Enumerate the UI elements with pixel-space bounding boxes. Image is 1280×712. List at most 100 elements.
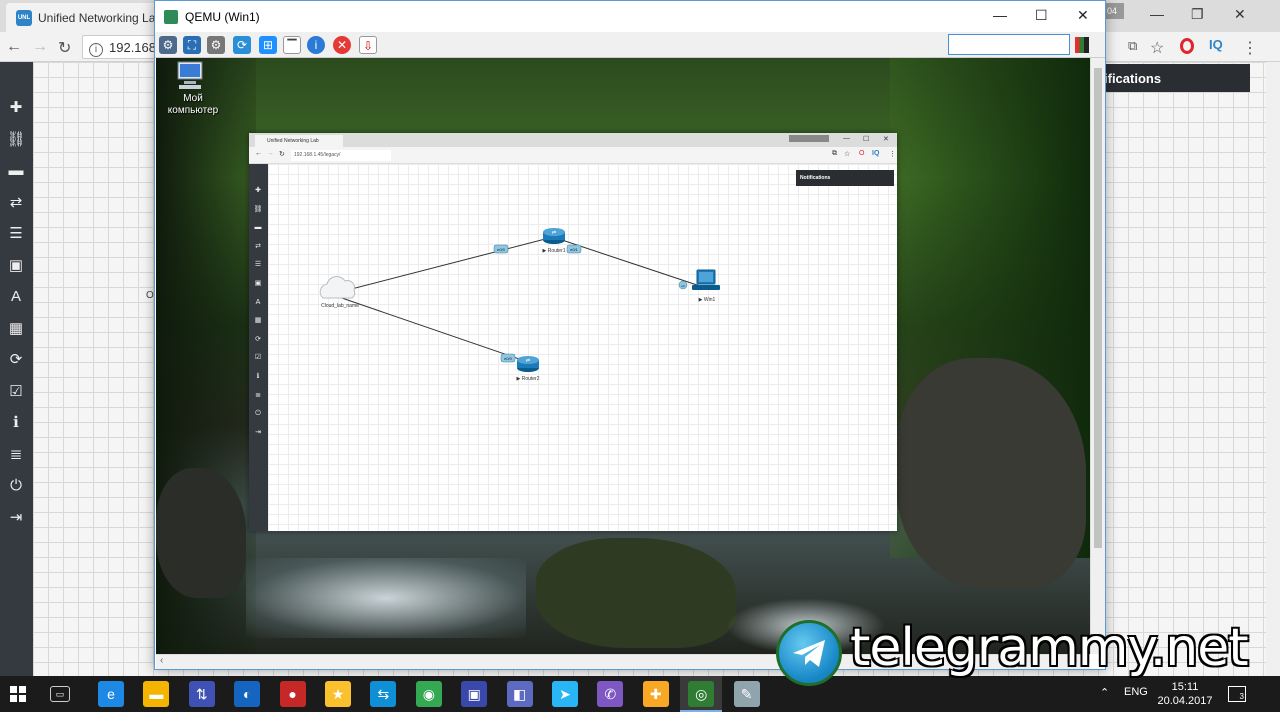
restore-icon[interactable]: ❐ [1191, 6, 1204, 23]
opera-icon[interactable] [1180, 38, 1194, 54]
inner-logout-icon[interactable]: ⇥ [253, 428, 263, 438]
qemu-titlebar[interactable]: QEMU (Win1) — ☐ ✕ [155, 1, 1105, 32]
link-icon[interactable]: ⛓ [6, 130, 26, 150]
refresh-icon[interactable]: ⟳ [233, 36, 251, 54]
inner-plus-icon[interactable]: ✚ [253, 186, 263, 196]
swap-icon[interactable]: ⇄ [6, 193, 26, 213]
inner-menu-icon[interactable]: ⋮ [889, 150, 896, 158]
info-icon[interactable]: i [89, 43, 103, 57]
qemu-minimize-icon[interactable]: — [993, 7, 1007, 23]
qemu-close-icon[interactable]: ✕ [1077, 7, 1089, 24]
inner-text-icon[interactable]: A [253, 298, 263, 308]
info-icon[interactable]: ℹ [6, 413, 26, 433]
tray-chevron-icon[interactable]: ⌃ [1100, 686, 1109, 699]
reload-icon[interactable]: ↻ [58, 38, 71, 58]
close-icon[interactable]: ✕ [1234, 6, 1246, 23]
inner-iq-icon[interactable]: IQ [872, 150, 879, 157]
inner-back-icon[interactable]: ← [255, 150, 262, 157]
teamviewer-icon[interactable]: ⇆ [370, 681, 397, 707]
outer-notifications-bar[interactable]: ifications [1100, 64, 1250, 92]
outer-tab-unl[interactable]: UNL Unified Networking Lab [6, 3, 156, 32]
steam-icon[interactable]: ◐ [234, 681, 261, 707]
vpn-icon[interactable]: ◧ [506, 681, 533, 707]
vm-desktop[interactable]: Мой компьютер Unified Networking Lab — ☐… [156, 58, 1090, 654]
power-icon[interactable]: ⏻ [6, 476, 26, 496]
inner-lab-canvas[interactable]: e0/0 e0/1 e0 e0/0 Cloud_lab_name ⇄ ▶ Rou… [268, 164, 897, 531]
win1-node[interactable]: ▶ Win1 [692, 269, 720, 303]
explorer-icon[interactable]: ▬ [143, 681, 170, 707]
fullscreen-icon[interactable]: ⛶ [183, 36, 201, 54]
start-button[interactable] [10, 686, 26, 702]
inner-list-icon[interactable]: ≣ [253, 391, 263, 401]
inner-opera-icon[interactable]: O [859, 150, 864, 157]
paint-icon[interactable]: ✎ [733, 681, 760, 707]
download-icon[interactable]: ⇩ [359, 36, 377, 54]
inner-translate-icon[interactable]: ⧉ [832, 150, 837, 158]
link-cloud-router2[interactable] [335, 295, 529, 363]
refresh-icon[interactable]: ⟳ [6, 350, 26, 370]
drive-icon[interactable]: ▬ [6, 161, 26, 181]
inner-align-icon[interactable]: ☰ [253, 260, 263, 270]
scroll-left-icon[interactable]: ‹ [160, 655, 163, 666]
inner-swap-icon[interactable]: ⇄ [253, 242, 263, 252]
inner-link-icon[interactable]: ⛓ [253, 205, 263, 215]
viber-icon[interactable]: ✆ [597, 681, 624, 707]
check-icon[interactable]: ☑ [6, 382, 26, 402]
list-icon[interactable]: ≣ [6, 445, 26, 465]
qemu-search-input[interactable] [948, 34, 1070, 55]
red-circle-icon[interactable]: ● [279, 681, 306, 707]
qemu-icon[interactable]: ◎ [688, 681, 715, 707]
qemu-vertical-scrollbar[interactable] [1090, 58, 1105, 654]
network-icon[interactable]: ⇅ [188, 681, 215, 707]
forward-icon[interactable]: → [32, 38, 48, 56]
inner-check-icon[interactable]: ☑ [253, 353, 263, 363]
taskbar-clock[interactable]: 15:11 20.04.2017 [1150, 680, 1220, 708]
grid-icon[interactable]: ▦ [6, 319, 26, 339]
edge-icon[interactable]: e [98, 681, 124, 707]
inner-refresh-icon[interactable]: ⟳ [253, 335, 263, 345]
menu-icon[interactable]: ⋮ [1242, 38, 1258, 58]
inner-star-icon[interactable]: ☆ [844, 150, 850, 158]
inner-address-bar[interactable]: 192.168.1.45/legacy/ [291, 150, 391, 161]
cloud-node[interactable]: Cloud_lab_name [319, 276, 359, 309]
qemu-maximize-icon[interactable]: ☐ [1035, 7, 1048, 24]
chrome-icon[interactable]: ◉ [415, 681, 442, 707]
back-icon[interactable]: ← [6, 38, 22, 56]
star-app-icon[interactable]: ★ [325, 681, 351, 707]
inner-grid-icon[interactable]: ▦ [253, 316, 263, 326]
logout-icon[interactable]: ⇥ [6, 508, 26, 528]
inner-image-icon[interactable]: ▣ [253, 279, 263, 289]
text-icon[interactable]: A [6, 287, 26, 307]
puzzle-icon[interactable]: ✚ [642, 681, 669, 707]
router2-node[interactable]: ⇄ ▶ Router2 [516, 356, 540, 382]
align-icon[interactable]: ☰ [6, 224, 26, 244]
inner-info-icon[interactable]: ℹ [253, 372, 263, 382]
inner-minimize-icon[interactable]: — [843, 135, 850, 142]
gear-icon[interactable]: ⚙ [207, 36, 225, 54]
inner-reload-icon[interactable]: ↻ [279, 150, 285, 158]
translate-icon[interactable]: ⧉ [1128, 38, 1137, 54]
inner-drive-icon[interactable]: ▬ [253, 223, 263, 233]
inner-notifications-bar[interactable]: Notifications [796, 170, 894, 186]
settings-icon[interactable]: ⚙ [159, 36, 177, 54]
iq-icon[interactable]: IQ [1209, 37, 1223, 52]
bookmark-star-icon[interactable]: ☆ [1150, 38, 1164, 58]
inner-tab-unl[interactable]: Unified Networking Lab [255, 135, 343, 147]
image-icon[interactable]: ▣ [6, 256, 26, 276]
inner-restore-icon[interactable]: ☐ [863, 135, 869, 143]
link-cloud-router1[interactable] [335, 236, 554, 294]
language-indicator[interactable]: ENG [1124, 686, 1148, 698]
plus-icon[interactable]: ✚ [6, 98, 26, 118]
stop-icon[interactable]: ✕ [333, 36, 351, 54]
telegram-icon[interactable]: ➤ [552, 681, 578, 707]
info-icon[interactable]: i [307, 36, 325, 54]
windows-icon[interactable]: ⊞ [259, 36, 277, 54]
inner-power-icon[interactable]: ⏻ [253, 409, 263, 419]
qemu-scroll-thumb[interactable] [1094, 68, 1102, 548]
link-router1-win1[interactable] [552, 236, 701, 287]
flag-icon[interactable] [1075, 37, 1089, 53]
task-view-icon[interactable]: ▭ [50, 686, 70, 702]
outer-address-bar[interactable]: i 192.168 [82, 35, 162, 59]
inner-close-icon[interactable]: ✕ [883, 135, 889, 143]
action-center-icon[interactable]: 3 [1228, 686, 1246, 702]
